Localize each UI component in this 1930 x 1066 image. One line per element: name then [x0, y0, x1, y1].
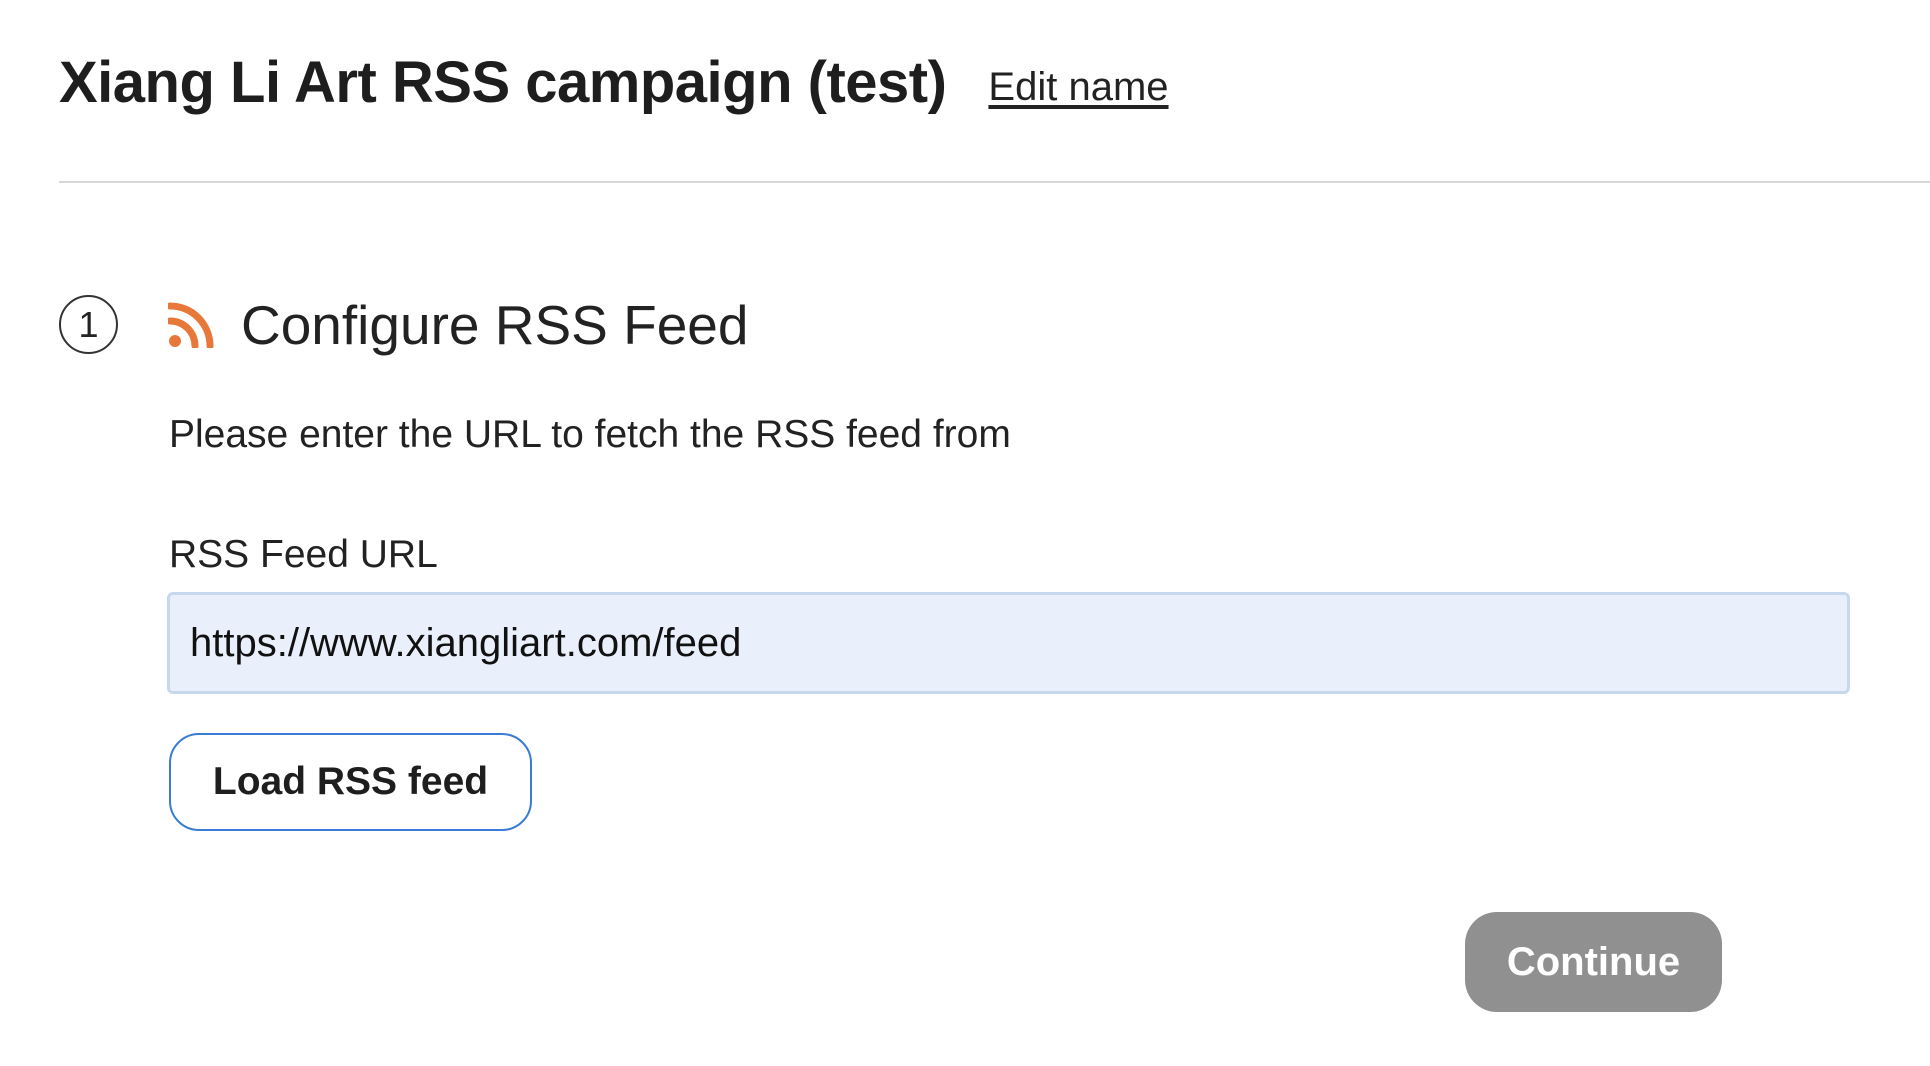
section-title: Configure RSS Feed	[241, 294, 749, 356]
page-title: Xiang Li Art RSS campaign (test)	[59, 49, 947, 115]
section-description: Please enter the URL to fetch the RSS fe…	[169, 413, 1011, 456]
page-header: Xiang Li Art RSS campaign (test) Edit na…	[59, 42, 1169, 122]
rss-icon	[168, 302, 214, 348]
rss-url-input[interactable]	[167, 592, 1850, 694]
rss-url-label: RSS Feed URL	[169, 533, 438, 576]
continue-button[interactable]: Continue	[1465, 912, 1722, 1012]
edit-name-link[interactable]: Edit name	[988, 65, 1168, 110]
load-rss-feed-button[interactable]: Load RSS feed	[169, 733, 532, 831]
step-number-badge: 1	[59, 295, 118, 354]
header-divider	[59, 181, 1930, 183]
